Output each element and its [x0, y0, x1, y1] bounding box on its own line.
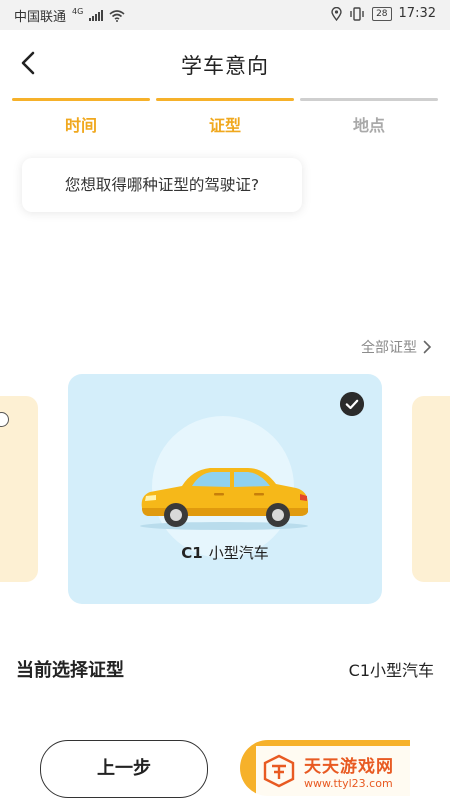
status-left: 中国联通 4G — [14, 6, 125, 25]
clock: 17:32 — [398, 6, 436, 21]
location-icon — [331, 6, 342, 21]
step-indicator: 时间 证型 地点 — [12, 98, 438, 138]
step-location[interactable]: 地点 — [300, 98, 438, 138]
step-time[interactable]: 时间 — [12, 98, 150, 138]
status-right: 28 17:32 — [331, 6, 436, 21]
vibrate-icon — [350, 6, 364, 21]
status-bar: 中国联通 4G 28 17:32 — [0, 0, 450, 30]
current-selection-value: C1小型汽车 — [348, 661, 434, 680]
current-selection-label: 当前选择证型 — [16, 660, 124, 681]
wifi-icon — [109, 9, 125, 22]
car-icon — [140, 468, 308, 530]
current-selection-row: 当前选择证型 C1小型汽车 — [16, 656, 434, 682]
page-title: 学车意向 — [181, 54, 269, 78]
step-label: 证型 — [208, 116, 241, 135]
step-label: 时间 — [64, 116, 97, 135]
step-bar — [156, 98, 294, 101]
step-license-type[interactable]: 证型 — [156, 98, 294, 138]
step-bar — [300, 98, 438, 101]
license-code: C1 — [181, 544, 203, 562]
watermark-title: 天天游戏网 — [304, 757, 394, 777]
license-name: 小型汽车 — [208, 544, 269, 562]
previous-license-card[interactable] — [0, 396, 38, 582]
all-license-types-label: 全部证型 — [361, 340, 417, 356]
header: 学车意向 — [0, 30, 450, 98]
next-license-card[interactable] — [412, 396, 450, 582]
license-card-label: C1 小型汽车 — [68, 542, 382, 563]
step-bar — [12, 98, 150, 101]
step-label: 地点 — [352, 116, 385, 135]
unselected-radio-icon — [0, 412, 9, 427]
battery-icon: 28 — [372, 6, 392, 21]
all-license-types-link[interactable]: 全部证型 — [361, 337, 432, 357]
watermark: 天天游戏网 www.ttyl23.com — [256, 746, 450, 796]
network-type: 4G — [72, 7, 84, 16]
chevron-right-icon — [423, 340, 432, 354]
watermark-url: www.ttyl23.com — [304, 777, 393, 790]
watermark-text: 天天游戏网 www.ttyl23.com — [304, 752, 394, 790]
carrier-label: 中国联通 — [14, 10, 67, 25]
previous-step-button[interactable]: 上一步 — [40, 740, 208, 798]
check-icon — [340, 392, 364, 416]
watermark-logo-icon — [263, 754, 295, 788]
signal-icon — [89, 10, 104, 21]
license-card-c1[interactable]: C1 小型汽车 — [68, 374, 382, 604]
question-bubble: 您想取得哪种证型的驾驶证? — [22, 158, 302, 212]
